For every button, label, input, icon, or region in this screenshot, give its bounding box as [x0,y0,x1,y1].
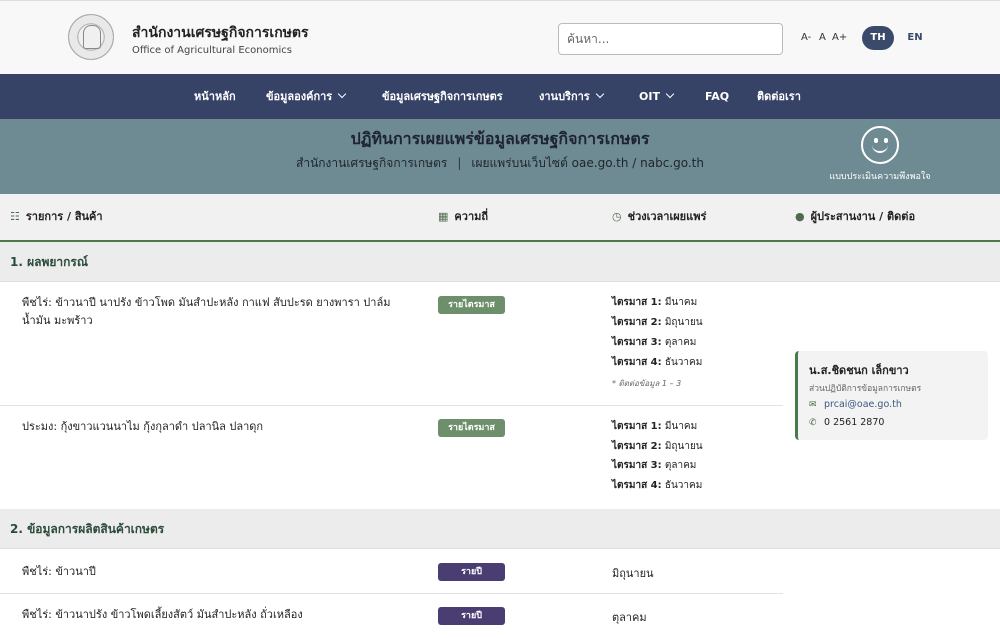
font-increase-button[interactable]: A+ [832,32,847,43]
page-title: ปฏิทินการเผยแพร่ข้อมูลเศรษฐกิจการเกษตร [350,129,650,148]
column-label: รายการ / สินค้า [25,210,103,223]
frequency-badge: รายปี [438,607,505,625]
schedule-entry: ไตรมาส 4: ธันวาคม [612,480,703,491]
column-header-frequency: ▦ ความถี่ [438,194,488,240]
nav-label: OIT [639,90,660,103]
contact-card: น.ส.ชิดชนก เล็กขาว ส่วนปฏิบัติการข้อมูลก… [795,351,988,440]
contact-phone-number: 0 2561 2870 [824,417,885,428]
schedule-entry: ไตรมาส 1: มีนาคม [612,297,698,308]
contact-unit: ส่วนปฏิบัติการข้อมูลการเกษตร [809,384,922,394]
search-input[interactable] [558,23,783,55]
nav-item-agri-economics[interactable]: ข้อมูลเศรษฐกิจการเกษตร [382,74,503,119]
nav-item-faq[interactable]: FAQ [705,74,729,119]
column-label: ผู้ประสานงาน / ติดต่อ [810,210,916,223]
frequency-badge: รายไตรมาส [438,419,505,437]
nav-label: ข้อมูลองค์การ [266,90,333,103]
schedule-entry: ไตรมาส 4: ธันวาคม [612,357,703,368]
subtitle-separator: | [457,156,462,170]
nav-label: งานบริการ [539,90,590,103]
nav-label: ติดต่อเรา [757,90,801,103]
survey-link[interactable]: แบบประเมินความพึงพอใจ [820,169,940,183]
schedule-entry: ไตรมาส 1: มีนาคม [612,421,698,432]
item-description: ประมง: กุ้งขาวแวนนาไม กุ้งกุลาดำ ปลานิล … [22,420,264,433]
nav-item-contact[interactable]: ติดต่อเรา [757,74,801,119]
chevron-down-icon [337,89,347,99]
column-header-schedule: ◷ ช่วงเวลาเผยแพร่ [612,194,706,240]
nav-label: ข้อมูลเศรษฐกิจการเกษตร [382,90,503,103]
column-header-item: ☷ รายการ / สินค้า [10,194,103,240]
column-label: ช่วงเวลาเผยแพร่ [627,210,707,223]
row-divider [0,405,783,406]
frequency-badge: รายปี [438,563,505,581]
subtitle-org: สำนักงานเศรษฐกิจการเกษตร [296,156,448,170]
chevron-down-icon [665,89,675,99]
user-icon: ● [795,210,805,223]
lang-th-button[interactable]: TH [862,26,894,50]
main-nav: หน้าหลัก ข้อมูลองค์การ ข้อมูลเศรษฐกิจการ… [0,74,1000,119]
item-description: พืชไร่: ข้าวนาปี [22,565,96,578]
schedule-entry: ไตรมาส 2: มิถุนายน [612,317,703,328]
list-check-icon: ☷ [10,210,20,223]
schedule-entry: ไตรมาส 3: ตุลาคม [612,337,697,348]
oae-logo[interactable] [68,14,114,60]
nav-item-home[interactable]: หน้าหลัก [194,74,236,119]
contact-phone: ✆ 0 2561 2870 [809,417,884,428]
schedule-note: * ติดต่อข้อมูล 1 – 3 [612,379,682,388]
site-header: สำนักงานเศรษฐกิจการเกษตร Office of Agric… [0,0,1000,74]
chevron-down-icon [595,89,604,99]
contact-email[interactable]: prcai@oae.go.th [824,399,902,410]
column-header-contact: ● ผู้ประสานงาน / ติดต่อ [795,194,915,240]
font-decrease-button[interactable]: A- [801,32,811,43]
page-banner: ปฏิทินการเผยแพร่ข้อมูลเศรษฐกิจการเกษตร ส… [0,119,1000,194]
item-description: พืชไร่: ข้าวนาปรัง ข้าวโพดเลี้ยงสัตว์ มั… [22,608,303,621]
contact-email-link[interactable]: ✉ prcai@oae.go.th [809,399,902,410]
frequency-badge: รายไตรมาส [438,296,505,314]
column-label: ความถี่ [454,210,489,223]
nav-item-services[interactable]: งานบริการ [539,74,604,119]
row-divider [0,593,783,594]
item-description: พืชไร่: ข้าวนาปี นาปรัง ข้าวโพด มันสำปะห… [22,296,391,327]
section-header: 1. ผลพยากรณ์ [0,242,1000,282]
schedule-entry: ไตรมาส 3: ตุลาคม [612,460,697,471]
font-reset-button[interactable]: A [819,32,826,43]
nav-label: FAQ [705,90,730,103]
nav-item-oit[interactable]: OIT [639,74,675,119]
table-header: ☷ รายการ / สินค้า ▦ ความถี่ ◷ ช่วงเวลาเผยแพ… [0,194,1000,242]
lang-en-button[interactable]: EN [903,26,927,50]
org-name-th: สำนักงานเศรษฐกิจการเกษตร [132,25,309,41]
contact-name: น.ส.ชิดชนก เล็กขาว [809,364,909,377]
clock-icon: ◷ [612,210,622,223]
section-header: 2. ข้อมูลการผลิตสินค้าเกษตร [0,509,1000,549]
calendar-icon: ▦ [438,210,449,223]
smiley-icon[interactable] [861,126,899,164]
publish-month: ตุลาคม [612,611,647,624]
org-name-en: Office of Agricultural Economics [132,45,292,56]
phone-icon: ✆ [809,418,817,428]
envelope-icon: ✉ [809,400,817,410]
schedule-entry: ไตรมาส 2: มิถุนายน [612,441,703,452]
nav-label: หน้าหลัก [194,90,236,103]
subtitle-publish: เผยแพร่บนเว็บไซต์ oae.go.th / nabc.go.th [471,156,704,170]
publish-month: มิถุนายน [612,567,654,580]
nav-item-organization[interactable]: ข้อมูลองค์การ [266,74,347,119]
